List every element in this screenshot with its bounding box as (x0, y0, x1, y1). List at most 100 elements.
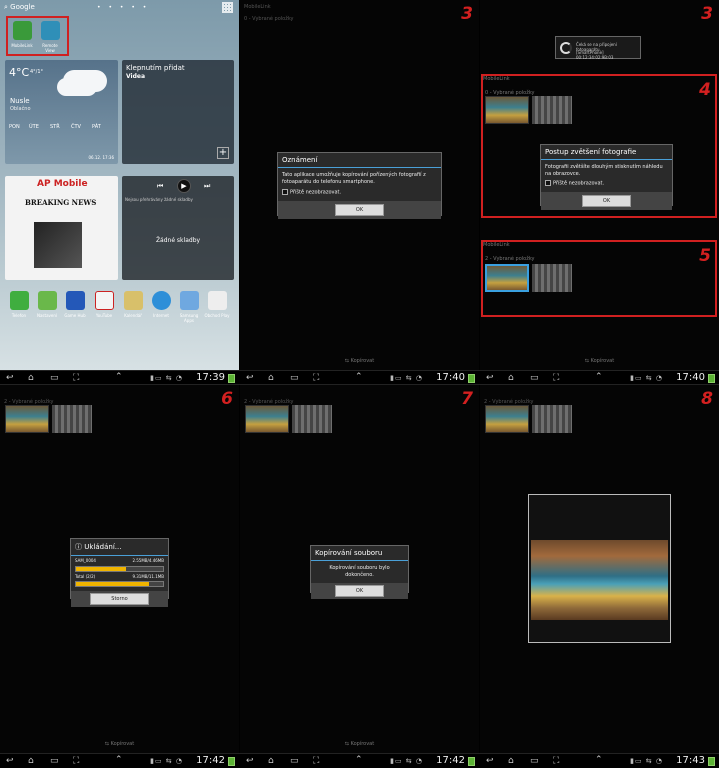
step-number: 3 (701, 4, 713, 24)
screenshot-icon[interactable]: ⛶ (313, 756, 319, 766)
photo-thumbnail[interactable] (52, 405, 92, 433)
copy-button[interactable]: ⇆ Kopírovat (480, 358, 719, 364)
battery-icon (228, 374, 235, 383)
system-bar-segment: ↩ ⌂ ▭ ⛶ ⌃ ▮▭ ⇆ ◔ 17:39 (0, 371, 239, 386)
chevron-up-icon[interactable]: ⌃ (355, 755, 363, 765)
copy-button[interactable]: ⇆ Kopírovat (0, 741, 239, 747)
samsung-apps-icon[interactable] (180, 291, 199, 310)
apps-grid-icon[interactable] (222, 2, 233, 13)
screenshot-icon[interactable]: ⛶ (313, 373, 319, 383)
home-icon[interactable]: ⌂ (28, 756, 34, 766)
prev-icon[interactable]: ⏮ (157, 182, 163, 191)
music-widget[interactable]: ⏮ ▶ ⏭ Nejsou přehrávány žádné skladby Žá… (122, 176, 234, 280)
recent-apps-icon[interactable]: ▭ (530, 373, 539, 383)
mobilelink-label: MobileLink (11, 43, 33, 48)
home-icon[interactable]: ⌂ (268, 756, 274, 766)
back-icon[interactable]: ↩ (246, 756, 254, 766)
dialog-body: Kopírování souboru bylo dokončeno. (329, 565, 390, 578)
photo-thumbnail-selected[interactable] (532, 264, 572, 292)
forecast-row: PON ÚTE STŘ ČTV PÁT (9, 124, 117, 130)
ok-button[interactable]: OK (581, 194, 632, 207)
settings-app-icon[interactable] (38, 291, 57, 310)
home-icon[interactable]: ⌂ (268, 373, 274, 383)
chevron-up-icon[interactable]: ⌃ (115, 755, 123, 765)
remote-view-app-icon[interactable] (41, 21, 60, 40)
back-icon[interactable]: ↩ (6, 373, 14, 383)
ok-button[interactable]: OK (334, 585, 385, 597)
dont-show-checkbox[interactable] (282, 189, 288, 195)
home-icon[interactable]: ⌂ (508, 756, 514, 766)
back-icon[interactable]: ↩ (486, 756, 494, 766)
app-label: Nastavení (36, 313, 58, 318)
ok-button[interactable]: OK (334, 203, 385, 216)
news-widget[interactable]: AP Mobile BREAKING NEWS (5, 176, 118, 280)
cancel-button[interactable]: Storno (90, 593, 149, 606)
enlarged-photo[interactable] (528, 494, 671, 643)
play-store-icon[interactable] (208, 291, 227, 310)
photo-thumbnail[interactable] (245, 405, 289, 433)
google-label: Google (10, 3, 35, 11)
dialog-title-text: Ukládání... (84, 543, 122, 551)
youtube-icon[interactable] (95, 291, 114, 310)
weather-condition: Oblačno (10, 106, 31, 112)
photo-thumbnail[interactable] (532, 405, 572, 433)
info-icon: ⓘ (75, 543, 85, 551)
recent-apps-icon[interactable]: ▭ (50, 756, 59, 766)
mobilelink-app-icon[interactable] (13, 21, 32, 40)
total-progress: 9.31MB/11.1MB (132, 573, 164, 579)
chevron-up-icon[interactable]: ⌃ (355, 372, 363, 382)
total-label: Total (2/2) (75, 573, 96, 579)
step-number: 6 (221, 389, 233, 409)
remote-view-label: Remote View (42, 43, 58, 53)
step-number: 3 (461, 4, 473, 24)
back-icon[interactable]: ↩ (486, 373, 494, 383)
app-label: Game Hub (64, 313, 86, 318)
system-bar-segment: ↩ ⌂ ▭ ⛶ ⌃ ▮▭ ⇆ ◔ 17:42 (0, 754, 239, 768)
screenshot-icon[interactable]: ⛶ (73, 756, 79, 766)
photo-thumbnail[interactable] (292, 405, 332, 433)
internet-icon[interactable] (152, 291, 171, 310)
recent-apps-icon[interactable]: ▭ (290, 373, 299, 383)
chevron-up-icon[interactable]: ⌃ (115, 372, 123, 382)
screenshot-icon[interactable]: ⛶ (73, 373, 79, 383)
play-icon[interactable]: ▶ (177, 179, 191, 193)
google-search-bar[interactable]: ⌕ Google (4, 3, 35, 13)
game-hub-icon[interactable] (66, 291, 85, 310)
home-icon[interactable]: ⌂ (508, 373, 514, 383)
recent-apps-icon[interactable]: ▭ (530, 756, 539, 766)
screenshot-icon[interactable]: ⛶ (553, 756, 559, 766)
chevron-up-icon[interactable]: ⌃ (595, 372, 603, 382)
photo-thumbnail[interactable] (485, 405, 529, 433)
app-label: Telefon (11, 313, 27, 318)
photo-thumbnail[interactable] (485, 96, 529, 124)
recent-apps-icon[interactable]: ▭ (50, 373, 59, 383)
copy-button[interactable]: ⇆ Kopírovat (240, 741, 479, 747)
home-icon[interactable]: ⌂ (28, 373, 34, 383)
system-bar-segment: ↩ ⌂ ▭ ⛶ ⌃ ▮▭ ⇆ ◔ 17:42 (240, 754, 479, 768)
file-progress-bar (75, 565, 164, 572)
system-bar-segment: ↩ ⌂ ▭ ⛶ ⌃ ▮▭ ⇆ ◔ 17:43 (480, 754, 719, 768)
copy-complete-panel: 7 2 - Vybrané položky Kopírování souboru… (240, 385, 479, 753)
screenshot-icon[interactable]: ⛶ (553, 373, 559, 383)
app-label: Obchod Play (204, 313, 230, 318)
dont-show-checkbox[interactable] (545, 180, 551, 186)
calendar-icon[interactable] (124, 291, 143, 310)
notice-panel: MobileLink 0 - Vybrané položky Oznámení … (240, 0, 479, 370)
video-widget[interactable]: Klepnutím přidat Videa + (122, 60, 234, 164)
saving-panel: 6 2 - Vybrané položky ⓘ Ukládání... SAM_… (0, 385, 239, 753)
status-icons: ▮▭ ⇆ ◔ (150, 374, 183, 382)
next-icon[interactable]: ⏭ (204, 182, 210, 191)
chevron-up-icon[interactable]: ⌃ (595, 755, 603, 765)
back-icon[interactable]: ↩ (246, 373, 254, 383)
phone-icon[interactable] (10, 291, 29, 310)
back-icon[interactable]: ↩ (6, 756, 14, 766)
copy-button[interactable]: ⇆ Kopírovat (240, 358, 479, 364)
page-dots: • • • • • (97, 4, 150, 11)
weather-widget[interactable]: 4°C 4°/1° Nusle Oblačno PON ÚTE STŘ ČTV PÁT … (5, 60, 118, 164)
photo-thumbnail[interactable] (5, 405, 49, 433)
add-icon[interactable]: + (217, 147, 229, 159)
clock: 17:42 (196, 755, 225, 766)
photo-thumbnail[interactable] (532, 96, 572, 124)
photo-thumbnail-selected[interactable] (485, 264, 529, 292)
recent-apps-icon[interactable]: ▭ (290, 756, 299, 766)
